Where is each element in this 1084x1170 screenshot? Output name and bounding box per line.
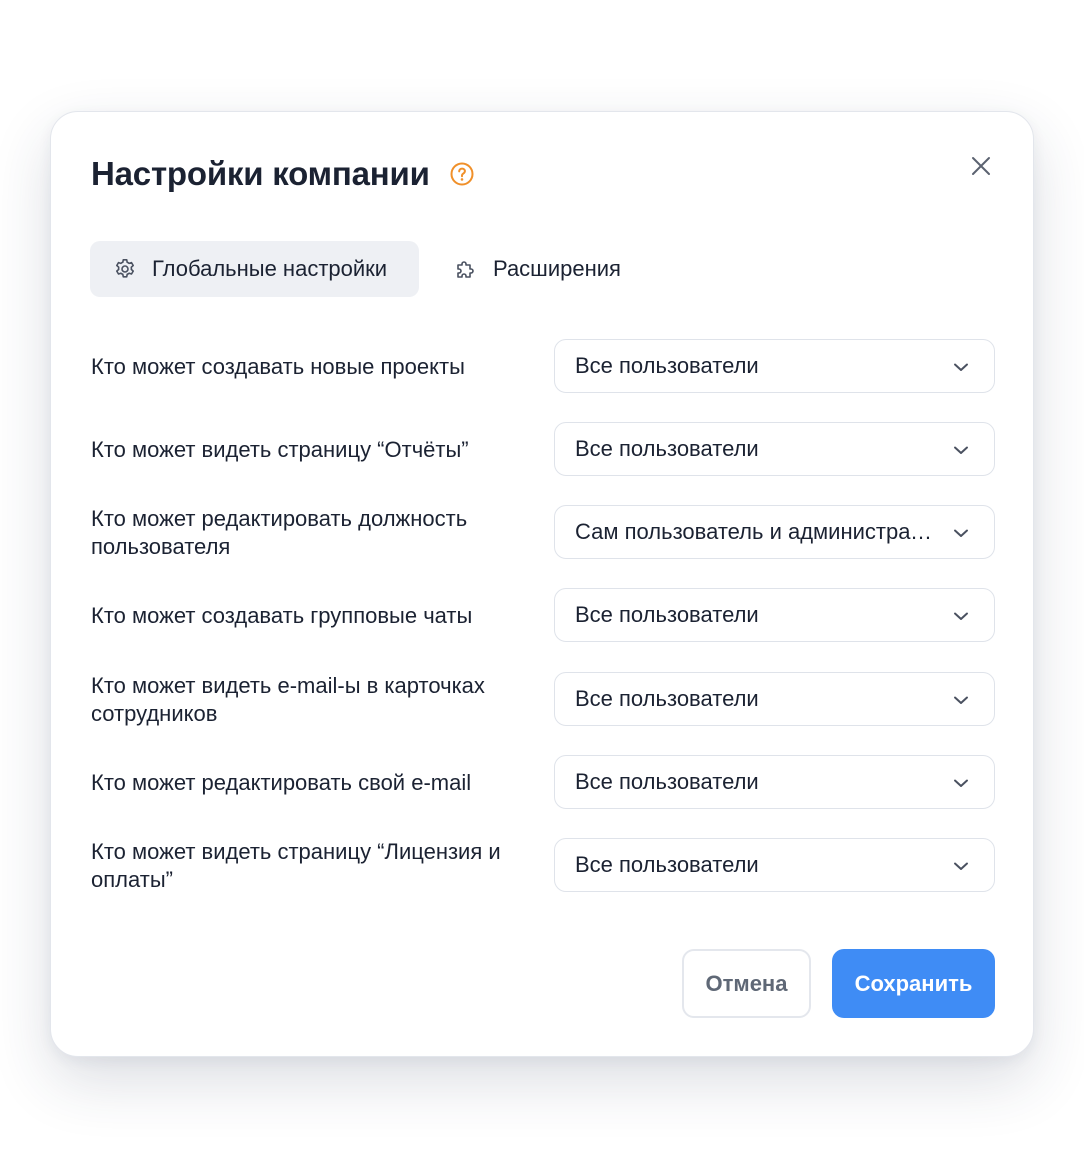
select-edit-position[interactable]: Сам пользователь и администратор: [554, 505, 995, 559]
setting-label-group-chats: Кто может создавать групповые чаты: [91, 603, 473, 628]
setting-label-edit-position: Кто может редактировать должность пользо…: [91, 506, 468, 559]
select-create-projects[interactable]: Все пользователи: [554, 339, 995, 393]
select-value: Сам пользователь и администратор: [575, 519, 934, 544]
select-value: Все пользователи: [575, 852, 759, 877]
setting-label-view-license: Кто может видеть страницу “Лицензия и оп…: [91, 839, 501, 892]
setting-label-view-reports: Кто может видеть страницу “Отчёты”: [91, 437, 469, 462]
chevron-down-icon: [954, 529, 968, 537]
tab-label: Глобальные настройки: [152, 256, 388, 281]
chevron-down-icon: [954, 446, 968, 454]
save-button[interactable]: Сохранить: [832, 949, 995, 1018]
cancel-button[interactable]: Отмена: [682, 949, 811, 1018]
setting-label-view-emails: Кто может видеть e-mail-ы в карточках со…: [91, 673, 485, 726]
setting-label-create-projects: Кто может создавать новые проекты: [91, 354, 465, 379]
gear-icon: [116, 259, 134, 278]
select-value: Все пользователи: [575, 769, 759, 794]
chevron-down-icon: [954, 612, 968, 620]
chevron-down-icon: [954, 779, 968, 787]
select-view-reports[interactable]: Все пользователи: [554, 422, 995, 476]
setting-label-edit-email: Кто может редактировать свой e-mail: [91, 770, 472, 795]
chevron-down-icon: [954, 862, 968, 870]
select-value: Все пользователи: [575, 602, 759, 627]
close-icon: [972, 157, 990, 175]
select-edit-email[interactable]: Все пользователи: [554, 755, 995, 809]
select-value: Все пользователи: [575, 436, 759, 461]
modal-title: Настройки компании: [91, 155, 430, 192]
tab-label: Расширения: [493, 256, 621, 281]
close-button[interactable]: [964, 149, 998, 183]
company-settings-modal: Настройки компании Глобальные настройки …: [50, 111, 1034, 1057]
chevron-down-icon: [954, 696, 968, 704]
select-view-license[interactable]: Все пользователи: [554, 838, 995, 892]
puzzle-icon: [457, 261, 474, 278]
select-value: Все пользователи: [575, 686, 759, 711]
tab-extensions[interactable]: Расширения: [442, 241, 662, 297]
chevron-down-icon: [954, 363, 968, 371]
select-view-emails[interactable]: Все пользователи: [554, 672, 995, 726]
select-group-chats[interactable]: Все пользователи: [554, 588, 995, 642]
tab-global-settings[interactable]: Глобальные настройки: [90, 241, 419, 297]
question-circle-icon[interactable]: [449, 161, 475, 187]
select-value: Все пользователи: [575, 353, 759, 378]
